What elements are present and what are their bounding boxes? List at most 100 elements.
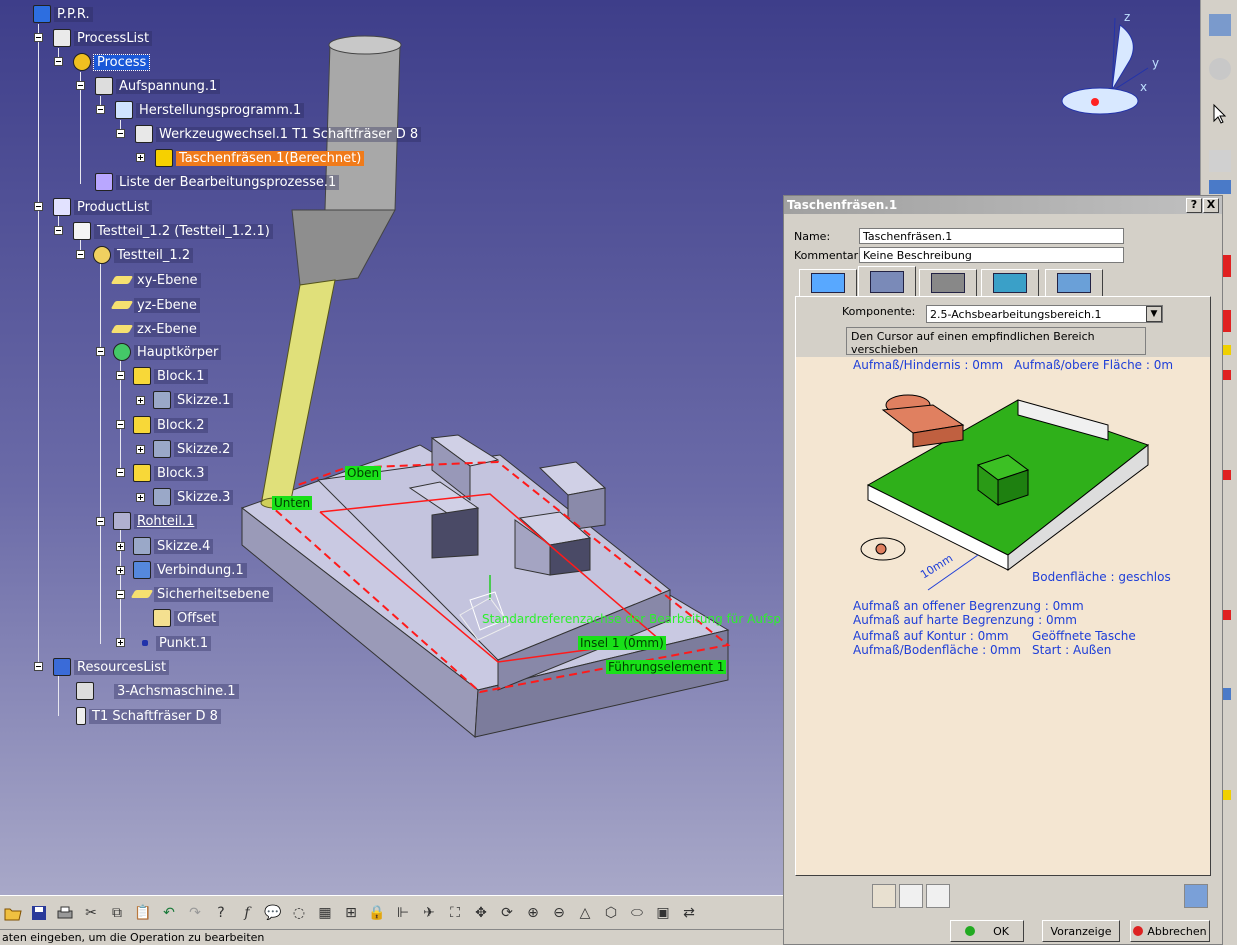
- collapse-toggle[interactable]: [76, 250, 85, 259]
- tree-node-processlist[interactable]: ProcessList: [53, 28, 153, 48]
- tree-node-block-1[interactable]: Block.1: [133, 366, 208, 386]
- zoom-out-icon[interactable]: ⊖: [548, 902, 570, 924]
- tree-node-offset[interactable]: Offset: [153, 608, 220, 628]
- collapse-toggle[interactable]: [54, 226, 63, 235]
- tree-node-3-achsmaschine[interactable]: 3-Achsmaschine.1: [76, 681, 239, 701]
- tree-node-yz-ebene[interactable]: yz-Ebene: [110, 295, 200, 315]
- label-unten[interactable]: Unten: [272, 496, 313, 510]
- collapse-toggle[interactable]: [116, 420, 125, 429]
- tool-icon[interactable]: [1223, 790, 1231, 800]
- tool-icon[interactable]: [1223, 688, 1231, 700]
- help-button[interactable]: ?: [1186, 198, 1202, 213]
- param-geoeffnete-tasche[interactable]: Geöffnete Tasche: [1032, 629, 1136, 643]
- gear-icon[interactable]: [1209, 58, 1231, 80]
- comment-input[interactable]: Keine Beschreibung: [859, 247, 1124, 263]
- expand-toggle[interactable]: [116, 542, 125, 551]
- collapse-toggle[interactable]: [76, 81, 85, 90]
- param-kontur[interactable]: Aufmaß auf Kontur : 0mm: [853, 629, 1009, 643]
- expand-toggle[interactable]: [116, 566, 125, 575]
- dropdown-arrow-icon[interactable]: ▼: [1146, 306, 1162, 322]
- dialog-title-bar[interactable]: Taschenfräsen.1 ? X: [784, 196, 1222, 214]
- label-referenzachse[interactable]: Standardreferenzachse der Bearbeitung fü…: [482, 612, 781, 626]
- lock-icon[interactable]: 🔒: [366, 902, 388, 924]
- tree-node-productlist[interactable]: ProductList: [53, 197, 153, 217]
- constraint-icon[interactable]: ⊩: [392, 902, 414, 924]
- tree-node-herstellungsprogramm[interactable]: Herstellungsprogramm.1: [115, 100, 305, 120]
- tree-node-skizze-2[interactable]: Skizze.2: [153, 439, 234, 459]
- zoom-in-icon[interactable]: ⊕: [522, 902, 544, 924]
- tree-node-punkt[interactable]: Punkt.1: [136, 633, 212, 653]
- collapse-toggle[interactable]: [96, 105, 105, 114]
- redo-icon[interactable]: ↷: [184, 902, 206, 924]
- collapse-toggle[interactable]: [34, 202, 43, 211]
- compass-handle[interactable]: [1091, 98, 1099, 106]
- expand-toggle[interactable]: [136, 493, 145, 502]
- close-button[interactable]: X: [1203, 198, 1219, 213]
- name-input[interactable]: Taschenfräsen.1: [859, 228, 1124, 244]
- tool-icon[interactable]: [1223, 255, 1231, 277]
- print-icon[interactable]: [54, 902, 76, 924]
- tree-node-schaftfraeser[interactable]: T1 Schaftfräser D 8: [76, 706, 221, 726]
- collapse-toggle[interactable]: [116, 129, 125, 138]
- tree-node-rohteil[interactable]: Rohteil.1: [113, 511, 198, 531]
- tree-node-skizze-4[interactable]: Skizze.4: [133, 536, 214, 556]
- tree-node-process[interactable]: Process: [73, 52, 151, 72]
- label-fuehrungselement[interactable]: Führungselement 1: [606, 660, 727, 674]
- formula-icon[interactable]: f: [236, 902, 258, 924]
- collapse-toggle[interactable]: [116, 468, 125, 477]
- cut-icon[interactable]: ✂: [80, 902, 102, 924]
- tab-macros[interactable]: [1045, 269, 1103, 296]
- param-harte-begrenzung[interactable]: Aufmaß auf harte Begrenzung : 0mm: [853, 613, 1077, 627]
- expand-toggle[interactable]: [136, 396, 145, 405]
- tree-node-werkzeugwechsel[interactable]: Werkzeugwechsel.1 T1 Schaftfräser D 8: [135, 124, 422, 144]
- tree-node-testteil-part[interactable]: Testteil_1.2: [93, 245, 194, 265]
- cancel-button[interactable]: Abbrechen: [1130, 920, 1210, 942]
- preview-button[interactable]: Voranzeige: [1042, 920, 1120, 942]
- tab-strategy[interactable]: [799, 269, 857, 296]
- bulb-icon[interactable]: ◌: [288, 902, 310, 924]
- tree-structure-icon[interactable]: ⊞: [340, 902, 362, 924]
- fly-icon[interactable]: ✈: [418, 902, 440, 924]
- rotate-icon[interactable]: ⟳: [496, 902, 518, 924]
- open-folder-icon[interactable]: [2, 902, 24, 924]
- tree-node-taschenfraesen[interactable]: Taschenfräsen.1(Berechnet): [155, 148, 365, 168]
- label-insel[interactable]: Insel 1 (0mm): [578, 636, 666, 650]
- ok-button[interactable]: OK: [950, 920, 1024, 942]
- save-icon[interactable]: [28, 902, 50, 924]
- whats-this-icon[interactable]: ?: [210, 902, 232, 924]
- machine-icon[interactable]: [1209, 150, 1231, 172]
- swap-icon[interactable]: ⇄: [678, 902, 700, 924]
- tree-node-testteil-product[interactable]: Testteil_1.2 (Testteil_1.2.1): [73, 221, 273, 241]
- label-oben[interactable]: Oben: [345, 466, 382, 480]
- pan-icon[interactable]: ✥: [470, 902, 492, 924]
- component-select[interactable]: 2.5-Achsbearbeitungsbereich.1: [926, 305, 1163, 323]
- fit-all-icon[interactable]: ⛶: [444, 902, 466, 924]
- normal-view-icon[interactable]: △: [574, 902, 596, 924]
- analysis-icon[interactable]: [926, 884, 950, 908]
- param-offene-begrenzung[interactable]: Aufmaß an offener Begrenzung : 0mm: [853, 599, 1084, 613]
- tree-node-sicherheitsebene[interactable]: Sicherheitsebene: [130, 584, 273, 604]
- select-arrow-icon[interactable]: [1209, 103, 1231, 125]
- tool-icon[interactable]: [1223, 370, 1231, 380]
- collapse-toggle[interactable]: [96, 347, 105, 356]
- paste-icon[interactable]: 📋: [132, 902, 154, 924]
- param-bodenflaeche-aufmass[interactable]: Aufmaß/Bodenfläche : 0mm: [853, 643, 1021, 657]
- tool-icon[interactable]: [1223, 345, 1231, 355]
- tree-node-verbindung[interactable]: Verbindung.1: [133, 560, 247, 580]
- expand-toggle[interactable]: [116, 638, 125, 647]
- tab-geometry[interactable]: [858, 266, 916, 297]
- tool-icon[interactable]: [1223, 610, 1231, 620]
- iso-view-icon[interactable]: ⬡: [600, 902, 622, 924]
- extend-icon[interactable]: [1184, 884, 1208, 908]
- copy-icon[interactable]: ⧉: [106, 902, 128, 924]
- render-style-icon[interactable]: ⬭: [626, 902, 648, 924]
- collapse-toggle[interactable]: [34, 33, 43, 42]
- expand-toggle[interactable]: [136, 153, 145, 162]
- simulation-icon[interactable]: [899, 884, 923, 908]
- workbench-icon[interactable]: [1209, 14, 1231, 36]
- tool-icon[interactable]: [1223, 310, 1231, 332]
- tree-node-aufspannung[interactable]: Aufspannung.1: [95, 76, 221, 96]
- param-bodenflaeche-typ[interactable]: Bodenfläche : geschlos: [1032, 570, 1171, 584]
- tree-node-skizze-3[interactable]: Skizze.3: [153, 487, 234, 507]
- tab-feeds[interactable]: [981, 269, 1039, 296]
